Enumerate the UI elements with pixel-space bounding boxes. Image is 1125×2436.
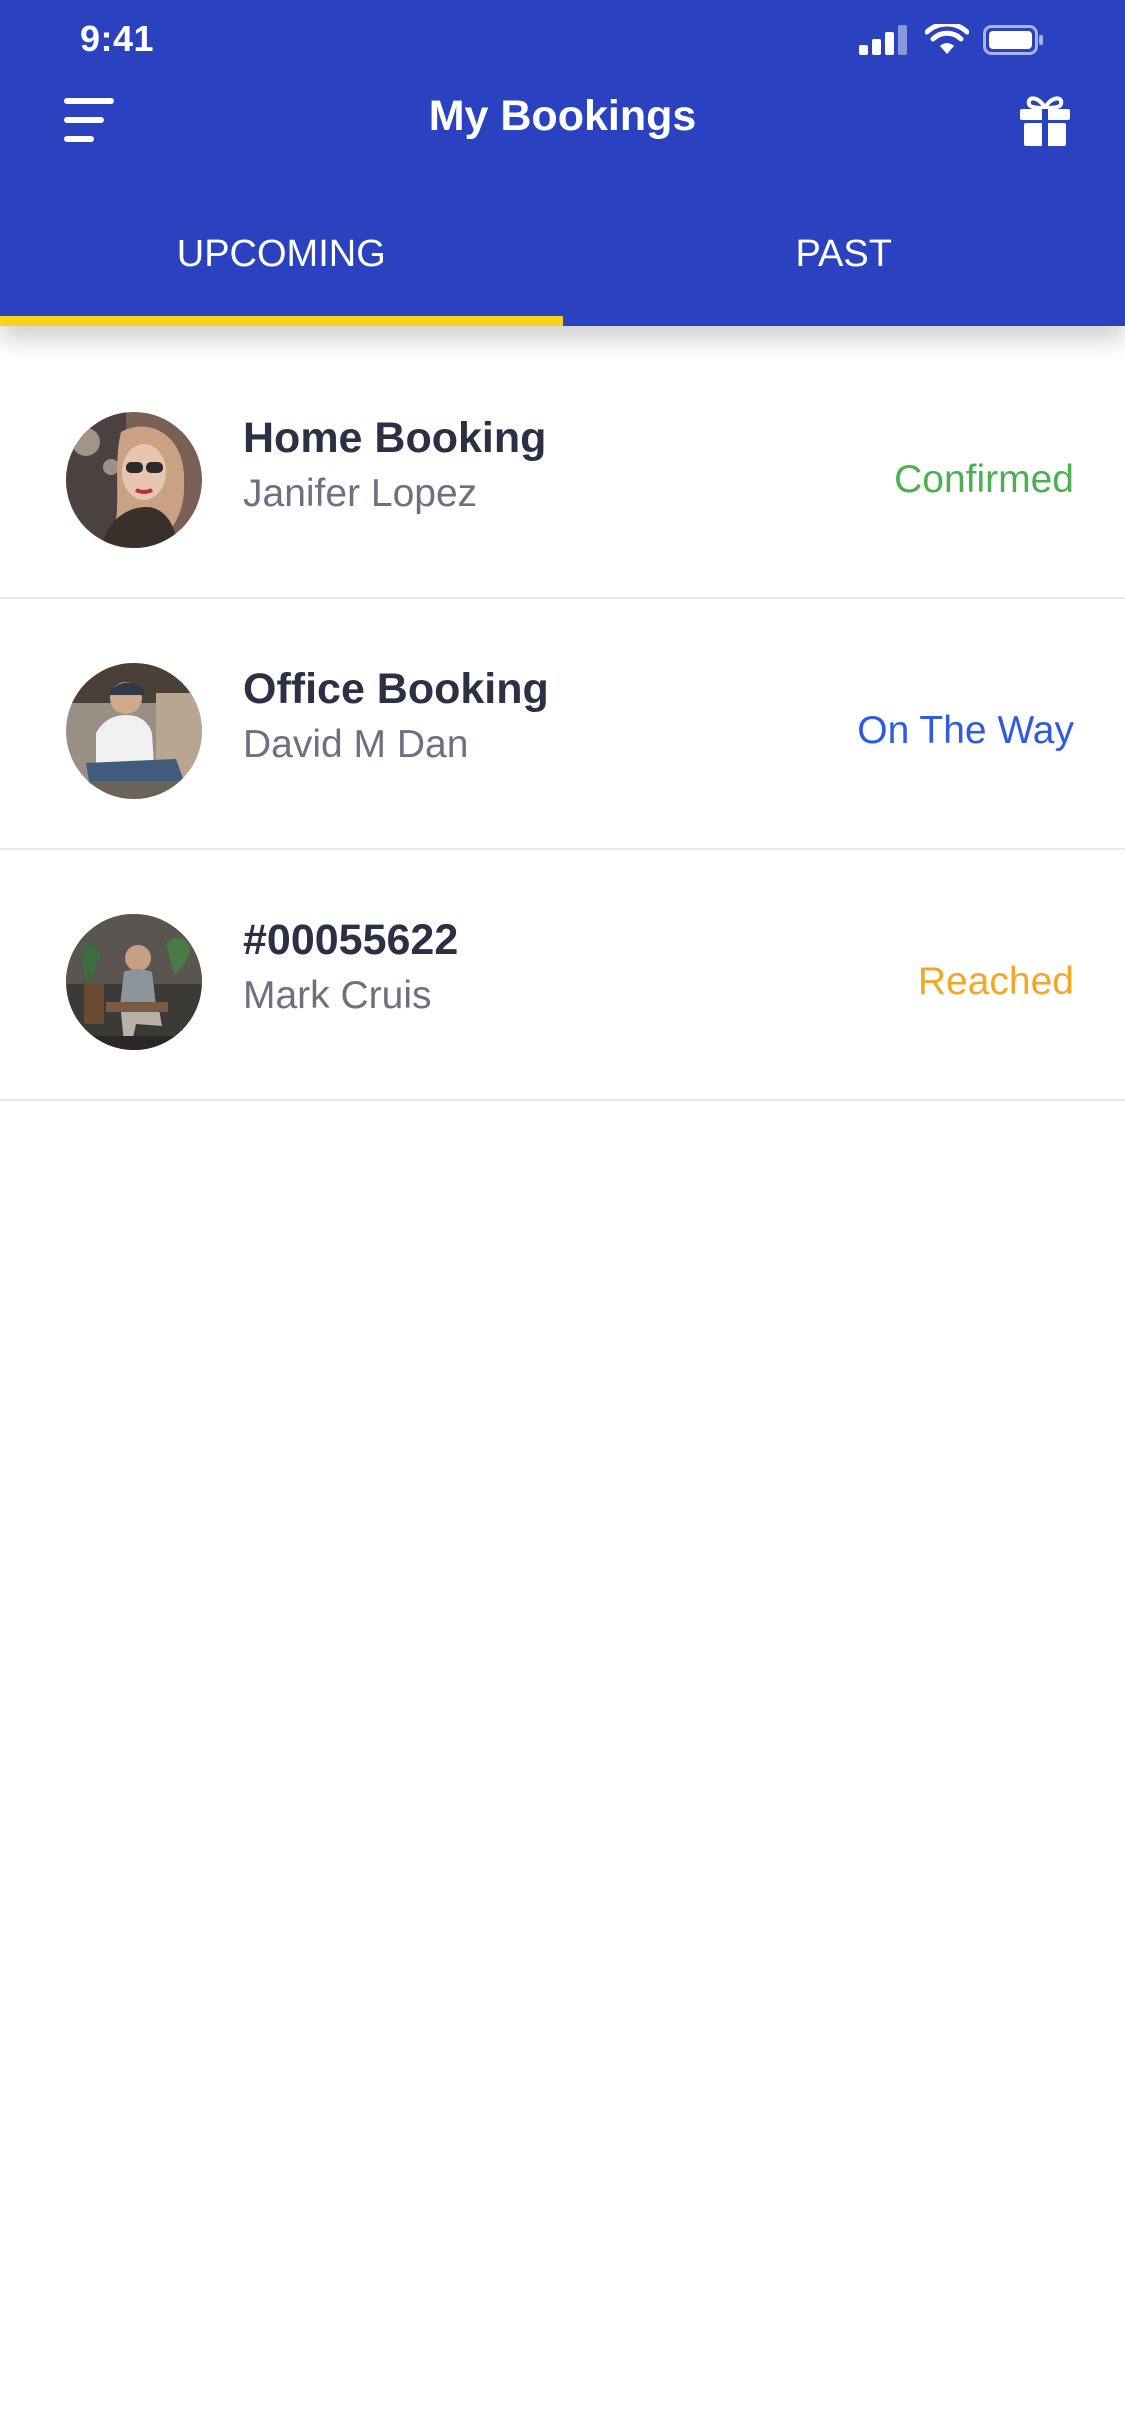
booking-person: Janifer Lopez — [243, 472, 478, 515]
booking-title: #00055622 — [243, 916, 459, 964]
tab-upcoming-label: UPCOMING — [176, 232, 386, 275]
booking-row[interactable]: Office Booking David M Dan On The Way — [0, 599, 1125, 850]
tab-past-label: PAST — [795, 232, 892, 275]
booking-person: Mark Cruis — [243, 974, 432, 1017]
booking-status: On The Way — [857, 709, 1074, 752]
status-icons — [859, 24, 1045, 56]
status-bar: 9:41 — [0, 0, 1125, 80]
tab-past[interactable]: PAST — [563, 200, 1125, 326]
avatar — [66, 412, 202, 548]
booking-title: Office Booking — [243, 665, 549, 713]
booking-tabs: UPCOMING PAST — [0, 200, 1125, 326]
gift-icon[interactable] — [1017, 92, 1073, 148]
bookings-list: Home Booking Janifer Lopez Confirmed Off… — [0, 348, 1125, 1101]
booking-row[interactable]: Home Booking Janifer Lopez Confirmed — [0, 348, 1125, 599]
active-tab-indicator — [0, 316, 563, 326]
booking-title: Home Booking — [243, 414, 547, 462]
booking-person: David M Dan — [243, 723, 469, 766]
booking-row[interactable]: #00055622 Mark Cruis Reached — [0, 850, 1125, 1101]
signal-icon — [859, 25, 907, 55]
avatar — [66, 663, 202, 799]
status-time: 9:41 — [80, 18, 155, 59]
app-header: 9:41 My Bookings UPCOMING PAST — [0, 0, 1125, 326]
wifi-icon — [925, 24, 969, 54]
avatar — [66, 914, 202, 1050]
booking-status: Reached — [917, 960, 1074, 1003]
battery-icon — [983, 25, 1043, 55]
booking-status: Confirmed — [894, 458, 1074, 501]
tab-upcoming[interactable]: UPCOMING — [0, 200, 563, 326]
page-title: My Bookings — [428, 92, 697, 140]
